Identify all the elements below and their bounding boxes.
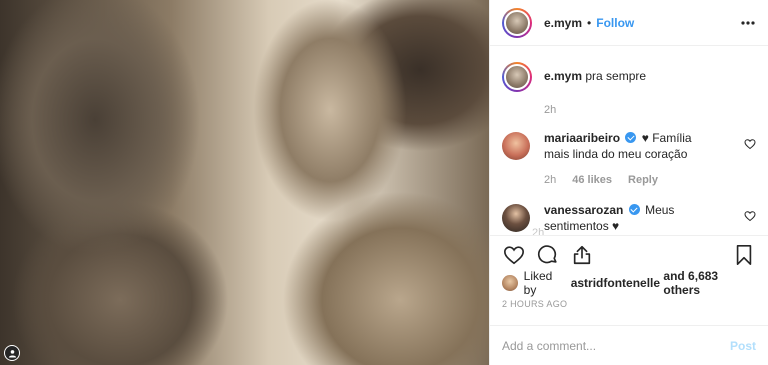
user-tag-icon[interactable] [4, 345, 20, 361]
post-comment-button[interactable]: Post [730, 339, 756, 353]
comment-time: 2h [544, 174, 557, 186]
add-comment-bar: Post [490, 325, 768, 365]
heart-outline-icon[interactable] [744, 138, 756, 150]
caption-time: 2h [544, 104, 557, 116]
more-options-icon[interactable] [740, 15, 756, 31]
liker-avatar[interactable] [502, 275, 518, 291]
bookmark-icon[interactable] [732, 243, 756, 267]
caption-username[interactable]: e.mym [544, 69, 582, 83]
caption-avatar[interactable] [502, 62, 532, 92]
comment-username[interactable]: vanessarozan [544, 203, 623, 217]
liked-by-prefix: Liked by [523, 269, 553, 297]
comment-item: mariaaribeiro ♥ Família mais linda do me… [502, 130, 756, 162]
comment-input[interactable] [502, 338, 730, 353]
action-bar [490, 235, 768, 273]
heart-icon[interactable] [502, 243, 526, 267]
liked-by-others[interactable]: and 6,683 others [663, 269, 756, 297]
instagram-post-modal: e.mym • Follow e.mym pra sempre 2h maria… [0, 0, 768, 365]
caption-text: pra sempre [585, 69, 647, 83]
post-sidebar: e.mym • Follow e.mym pra sempre 2h maria… [489, 0, 768, 365]
verified-badge-icon [625, 132, 637, 143]
comment-time-partial: 2h [532, 227, 545, 235]
heart-outline-icon[interactable] [744, 210, 756, 222]
author-username[interactable]: e.mym [544, 16, 582, 30]
liker-username[interactable]: astridfontenelle [571, 276, 660, 290]
caption-text-block: e.mym pra sempre [544, 62, 646, 92]
liked-by-line: Liked by astridfontenelle and 6,683 othe… [490, 269, 768, 297]
header-separator: • [587, 15, 592, 30]
comment-username[interactable]: mariaaribeiro [544, 131, 620, 145]
comment-avatar[interactable] [502, 204, 530, 232]
share-icon[interactable] [570, 243, 594, 267]
post-header: e.mym • Follow [490, 0, 768, 46]
comment-body: mariaaribeiro ♥ Família mais linda do me… [544, 130, 720, 162]
comment-likes[interactable]: 46 likes [572, 174, 612, 186]
verified-badge-icon [628, 204, 640, 215]
reply-button[interactable]: Reply [628, 174, 658, 186]
post-caption: e.mym pra sempre [502, 46, 756, 92]
author-avatar[interactable] [502, 7, 532, 38]
comment-meta: 2h 46 likes Reply [544, 174, 756, 186]
comment-avatar[interactable] [502, 132, 530, 160]
comment-body: vanessarozan Meus sentimentos ♥ [544, 202, 720, 234]
follow-button[interactable]: Follow [596, 16, 634, 30]
comments-list[interactable]: e.mym pra sempre 2h mariaaribeiro ♥ Famí… [490, 46, 768, 235]
comment-icon[interactable] [536, 243, 560, 267]
post-photo[interactable] [0, 0, 489, 365]
post-timestamp[interactable]: 2 HOURS AGO [490, 299, 768, 317]
